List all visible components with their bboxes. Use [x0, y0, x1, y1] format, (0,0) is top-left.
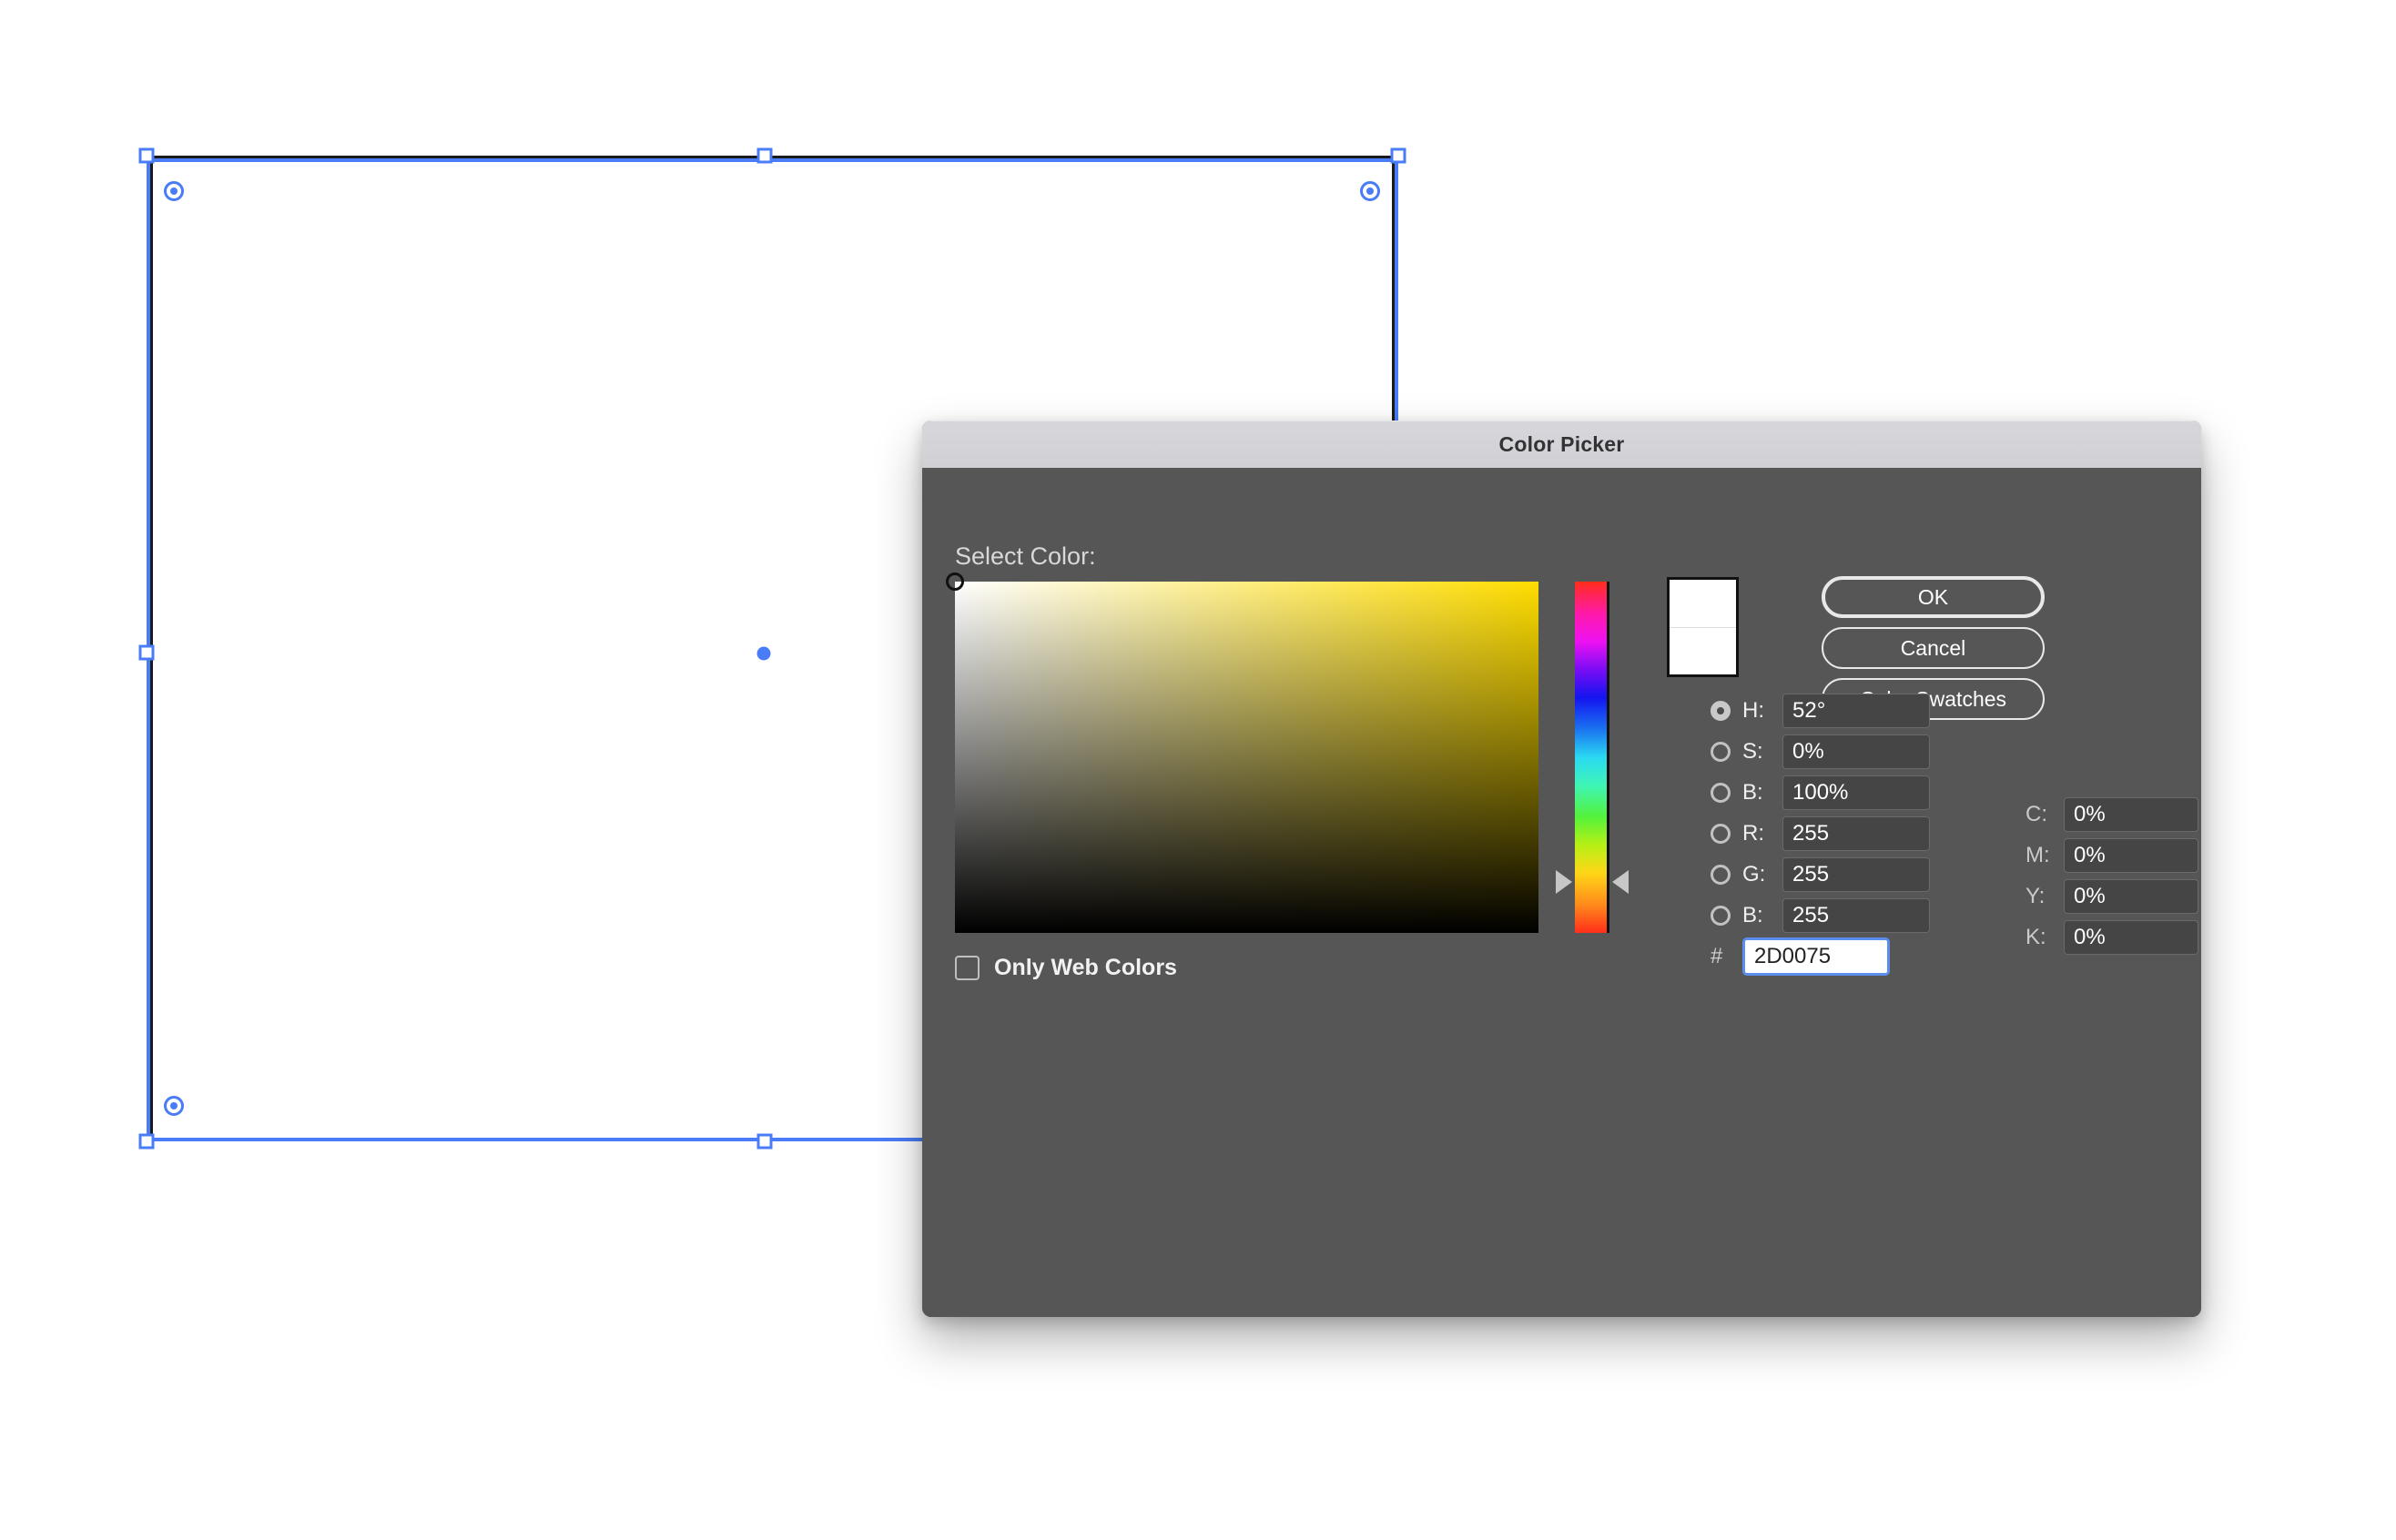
- field-row-hue: H: 52°: [1711, 694, 1930, 728]
- input-hue[interactable]: 52°: [1782, 694, 1930, 728]
- hue-slider[interactable]: [1556, 582, 1629, 933]
- label-cyan: C:: [2025, 802, 2047, 826]
- field-row-hex: # 2D0075: [1711, 937, 1930, 976]
- live-corner-top-right-icon[interactable]: [1360, 181, 1380, 201]
- input-saturation[interactable]: 0%: [1782, 735, 1930, 769]
- preview-new-color: [1670, 580, 1736, 628]
- live-corner-bottom-left-icon[interactable]: [164, 1096, 184, 1116]
- radio-blue[interactable]: [1711, 906, 1731, 926]
- dialog-body: Select Color: OK Cancel Color Swatches H: [922, 468, 2201, 1317]
- field-row-magenta: M: 0%: [2025, 838, 2198, 873]
- field-row-red: R: 255: [1711, 816, 1930, 851]
- radio-saturation[interactable]: [1711, 742, 1731, 762]
- input-cyan[interactable]: 0%: [2064, 797, 2198, 832]
- label-brightness: B:: [1742, 780, 1763, 805]
- dialog-titlebar[interactable]: Color Picker: [922, 420, 2201, 468]
- selection-center-point[interactable]: [756, 646, 771, 661]
- ok-button[interactable]: OK: [1822, 576, 2045, 618]
- label-green: G:: [1742, 862, 1766, 887]
- input-blue[interactable]: 255: [1782, 898, 1930, 933]
- label-magenta: M:: [2025, 843, 2050, 867]
- handle-top-right[interactable]: [1390, 147, 1406, 164]
- field-row-yellow: Y: 0%: [2025, 879, 2198, 914]
- cmyk-field-group: C: 0% M: 0% Y: 0% K: 0%: [2025, 797, 2198, 961]
- input-yellow[interactable]: 0%: [2064, 879, 2198, 914]
- radio-green[interactable]: [1711, 865, 1731, 885]
- saturation-brightness-field[interactable]: [946, 572, 1538, 933]
- hue-gradient-strip[interactable]: [1575, 582, 1609, 933]
- label-black: K:: [2025, 925, 2046, 949]
- only-web-colors-label: Only Web Colors: [994, 955, 1177, 980]
- selection-edge-top: [147, 158, 1398, 162]
- hex-input[interactable]: 2D0075: [1742, 937, 1890, 976]
- input-black[interactable]: 0%: [2064, 920, 2198, 955]
- select-color-label: Select Color:: [955, 542, 1096, 570]
- handle-bottom-center[interactable]: [756, 1133, 773, 1150]
- color-picker-dialog: Color Picker Select Color: OK Cancel Col…: [922, 420, 2201, 1317]
- hsb-rgb-field-group: H: 52° S: 0% B: 100% R: 255 G: 255 B: 25…: [1711, 694, 1930, 980]
- sb-cursor-ring-icon[interactable]: [946, 572, 964, 591]
- selection-edge-right: [1395, 156, 1398, 421]
- preview-current-color[interactable]: [1670, 627, 1736, 674]
- only-web-colors-row[interactable]: Only Web Colors: [955, 955, 1177, 981]
- label-red: R:: [1742, 821, 1764, 846]
- label-blue: B:: [1742, 903, 1763, 927]
- field-row-saturation: S: 0%: [1711, 735, 1930, 769]
- handle-middle-left[interactable]: [138, 644, 155, 661]
- label-hue: H:: [1742, 698, 1764, 723]
- field-row-black: K: 0%: [2025, 920, 2198, 955]
- radio-brightness[interactable]: [1711, 783, 1731, 803]
- hex-hash-label: #: [1711, 944, 1723, 968]
- handle-top-left[interactable]: [138, 147, 155, 164]
- field-row-blue: B: 255: [1711, 898, 1930, 933]
- radio-red[interactable]: [1711, 824, 1731, 844]
- radio-hue[interactable]: [1711, 701, 1731, 721]
- hue-marker-left-icon[interactable]: [1556, 870, 1572, 895]
- color-preview-swatch: [1667, 577, 1739, 677]
- label-saturation: S:: [1742, 739, 1763, 764]
- only-web-colors-checkbox[interactable]: [955, 956, 980, 980]
- dialog-title: Color Picker: [1498, 432, 1625, 456]
- label-yellow: Y:: [2025, 884, 2046, 908]
- input-green[interactable]: 255: [1782, 857, 1930, 892]
- handle-top-center[interactable]: [756, 147, 773, 164]
- input-red[interactable]: 255: [1782, 816, 1930, 851]
- input-brightness[interactable]: 100%: [1782, 775, 1930, 810]
- handle-bottom-left[interactable]: [138, 1133, 155, 1150]
- input-magenta[interactable]: 0%: [2064, 838, 2198, 873]
- cancel-button[interactable]: Cancel: [1822, 627, 2045, 669]
- live-corner-top-left-icon[interactable]: [164, 181, 184, 201]
- field-row-cyan: C: 0%: [2025, 797, 2198, 832]
- field-row-green: G: 255: [1711, 857, 1930, 892]
- hue-marker-right-icon[interactable]: [1612, 870, 1629, 895]
- field-row-brightness: B: 100%: [1711, 775, 1930, 810]
